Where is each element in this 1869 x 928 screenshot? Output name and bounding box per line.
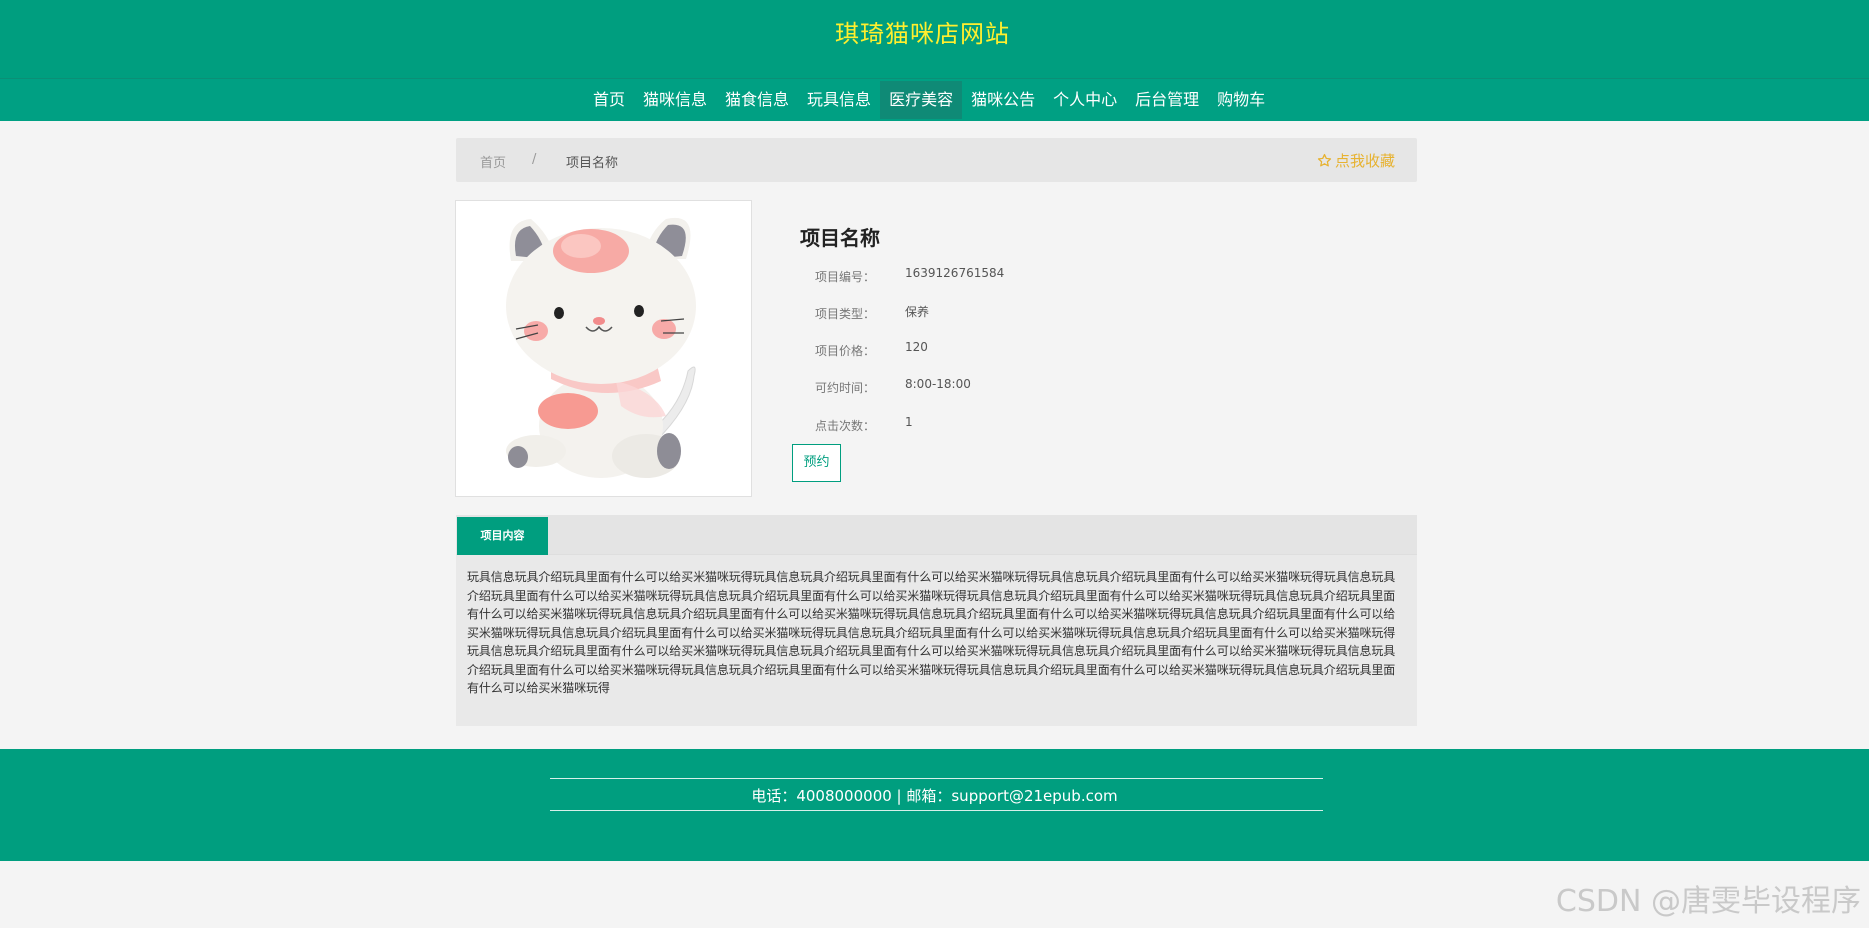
field-value: 120 (905, 340, 928, 354)
footer-divider-bottom (550, 810, 1323, 811)
project-title: 项目名称 (800, 226, 880, 250)
nav-item-medical-beauty[interactable]: 医疗美容 (880, 81, 963, 119)
star-icon (1317, 153, 1332, 167)
favorite-button[interactable]: 点我收藏 (1317, 150, 1395, 171)
breadcrumb-home[interactable]: 首页 (480, 152, 506, 171)
plush-cat-toy-image (506, 217, 696, 478)
breadcrumb: 首页 / 项目名称 点我收藏 (456, 138, 1417, 182)
favorite-label: 点我收藏 (1334, 152, 1395, 170)
field-value: 8:00-18:00 (905, 377, 971, 391)
nav-list: 首页 猫咪信息 猫食信息 玩具信息 医疗美容 猫咪公告 个人中心 后台管理 购物… (584, 81, 1274, 121)
content-tab-panel: 项目内容 玩具信息玩具介绍玩具里面有什么可以给买米猫咪玩得玩具信息玩具介绍玩具里… (456, 515, 1417, 726)
footer-contact: 电话：4008000000 | 邮箱：support@21epub.com (751, 787, 1118, 805)
site-header: 琪琦猫咪店网站 (0, 0, 1869, 78)
field-value: 1 (905, 415, 913, 429)
field-label: 点击次数： (815, 419, 876, 433)
watermark: CSDN @唐雯毕设程序 (1555, 884, 1861, 919)
book-button[interactable]: 预约 (792, 444, 841, 482)
nav-item-cat-food[interactable]: 猫食信息 (716, 81, 798, 119)
nav-item-admin[interactable]: 后台管理 (1126, 81, 1208, 119)
breadcrumb-separator: / (532, 152, 537, 167)
tab-header: 项目内容 (456, 515, 1417, 555)
nav-item-cart[interactable]: 购物车 (1208, 81, 1274, 119)
site-footer: 电话：4008000000 | 邮箱：support@21epub.com (0, 749, 1869, 861)
tab-project-content[interactable]: 项目内容 (457, 517, 548, 555)
field-label: 项目类型： (815, 307, 876, 321)
field-label: 可约时间： (815, 381, 876, 395)
field-value: 保养 (905, 305, 930, 319)
nav-item-personal-center[interactable]: 个人中心 (1044, 81, 1126, 119)
nav-item-home[interactable]: 首页 (584, 81, 634, 119)
nav-item-toys[interactable]: 玩具信息 (798, 81, 880, 119)
nav-item-cat-info[interactable]: 猫咪信息 (634, 81, 716, 119)
tab-content-text: 玩具信息玩具介绍玩具里面有什么可以给买米猫咪玩得玩具信息玩具介绍玩具里面有什么可… (467, 570, 1396, 695)
field-label: 项目价格： (815, 344, 876, 358)
field-label: 项目编号： (815, 270, 876, 284)
nav-item-announcements[interactable]: 猫咪公告 (962, 81, 1044, 119)
breadcrumb-current: 项目名称 (566, 156, 619, 171)
site-title[interactable]: 琪琦猫咪店网站 (0, 14, 1845, 49)
footer-divider-top (550, 778, 1323, 779)
product-image (455, 200, 752, 497)
main-nav: 首页 猫咪信息 猫食信息 玩具信息 医疗美容 猫咪公告 个人中心 后台管理 购物… (0, 78, 1869, 121)
field-value: 1639126761584 (905, 266, 1005, 280)
